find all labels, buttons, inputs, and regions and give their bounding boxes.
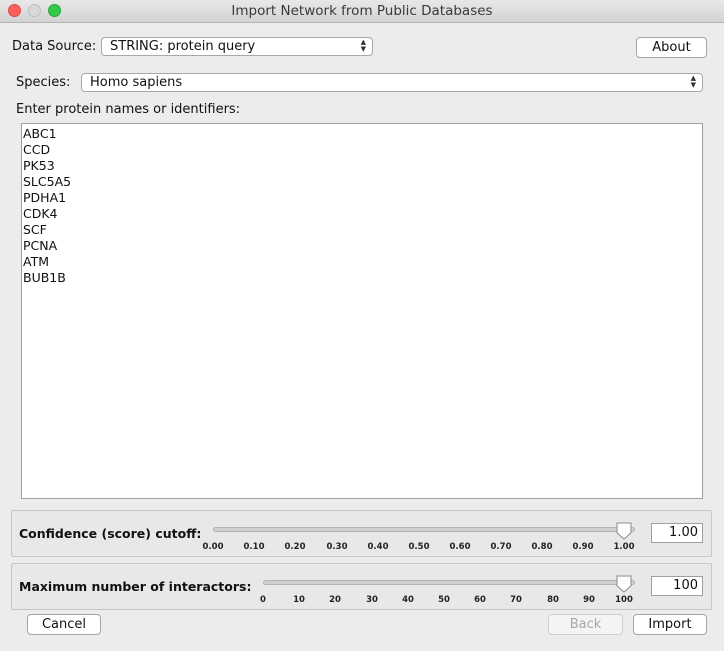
protein-line: BUB1B [23,270,66,285]
confidence-slider-thumb[interactable] [615,522,633,540]
interactors-panel: Maximum number of interactors: 0 10 20 3… [11,563,712,610]
tick-label: 70 [510,595,522,605]
interactors-value-field[interactable]: 100 [651,576,703,596]
tick-label: 0.90 [572,542,594,552]
tick-label: 90 [583,595,595,605]
back-button[interactable]: Back [548,614,623,635]
popup-arrows-icon: ▲ ▼ [690,74,696,89]
tick-label: 0.30 [326,542,348,552]
tick-label: 0.70 [490,542,512,552]
tick-label: 0.40 [367,542,389,552]
protein-line: PK53 [23,158,55,173]
tick-label: 30 [366,595,378,605]
species-value: Homo sapiens [90,75,183,90]
popup-arrows-icon: ▲ ▼ [360,38,366,53]
interactors-label: Maximum number of interactors: [19,579,252,594]
protein-line: PCNA [23,238,58,253]
tick-label: 100 [615,595,633,605]
protein-line: SLC5A5 [23,174,72,189]
interactors-slider-track[interactable] [263,580,635,585]
data-source-value: STRING: protein query [110,39,256,54]
tick-label: 80 [547,595,559,605]
protein-input-label: Enter protein names or identifiers: [16,102,241,117]
tick-label: 0.00 [202,542,224,552]
protein-input[interactable]: ABC1 CCD PK53 SLC5A5 PDHA1 CDK4 SCF PCNA… [21,123,703,499]
confidence-panel: Confidence (score) cutoff: 0.00 0.10 0.2… [11,510,712,557]
tick-label: 0.60 [449,542,471,552]
tick-label: 10 [293,595,305,605]
tick-label: 1.00 [613,542,635,552]
confidence-value-field[interactable]: 1.00 [651,523,703,543]
data-source-label: Data Source: [12,39,97,54]
protein-line: SCF [23,222,47,237]
species-select[interactable]: Homo sapiens ▲ ▼ [81,73,703,92]
tick-label: 40 [402,595,414,605]
interactors-slider-thumb[interactable] [615,575,633,593]
import-button[interactable]: Import [633,614,707,635]
about-button[interactable]: About [636,37,707,58]
import-network-dialog: Import Network from Public Databases Dat… [0,0,724,651]
data-source-select[interactable]: STRING: protein query ▲ ▼ [101,37,373,56]
protein-line: ABC1 [23,126,57,141]
confidence-label: Confidence (score) cutoff: [19,526,202,541]
tick-label: 0 [260,595,266,605]
protein-line: CCD [23,142,51,157]
protein-line: CDK4 [23,206,58,221]
title-bar: Import Network from Public Databases [0,0,724,23]
tick-label: 0.80 [531,542,553,552]
window-title: Import Network from Public Databases [231,3,493,19]
tick-label: 60 [474,595,486,605]
cancel-button[interactable]: Cancel [27,614,101,635]
tick-label: 0.10 [243,542,265,552]
confidence-slider-track[interactable] [213,527,635,532]
tick-label: 0.50 [408,542,430,552]
tick-label: 0.20 [284,542,306,552]
protein-line: PDHA1 [23,190,67,205]
tick-label: 50 [438,595,450,605]
species-label: Species: [16,75,71,90]
protein-line: ATM [23,254,50,269]
tick-label: 20 [329,595,341,605]
